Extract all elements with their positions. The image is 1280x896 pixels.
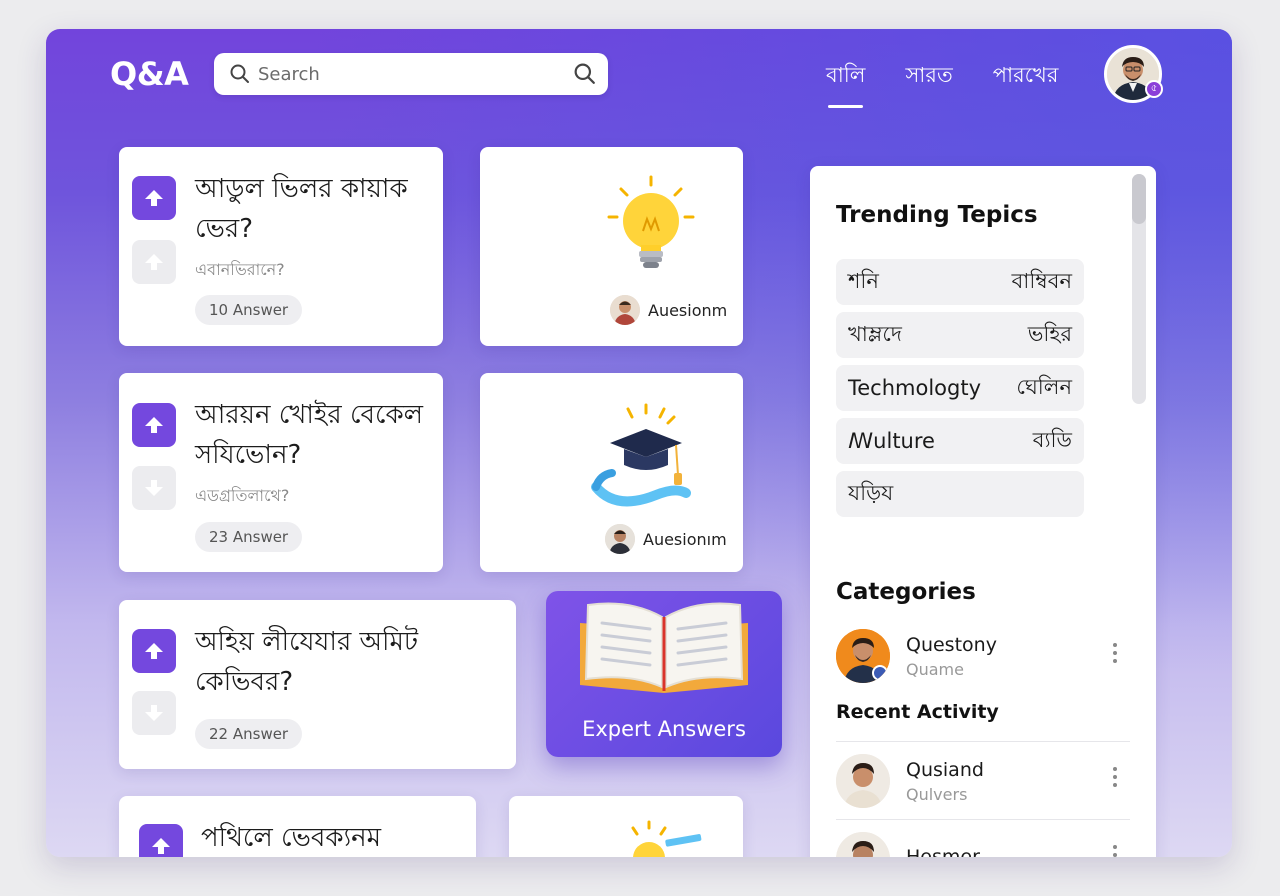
- image-card[interactable]: [509, 796, 743, 857]
- image-card[interactable]: Auesionm: [480, 147, 743, 346]
- topic-label: শনি: [848, 268, 879, 293]
- question-subtitle: এবানভিরানে?: [195, 260, 285, 279]
- expert-answers-label: Expert Answers: [582, 717, 746, 741]
- lightbulb-icon: [607, 175, 695, 268]
- graduation-cap-icon: [591, 403, 691, 507]
- question-title[interactable]: আডুল ভিলর কায়াক ভের?: [195, 169, 435, 249]
- category-name: Questony: [906, 633, 997, 656]
- author-name: Auesionm: [648, 300, 728, 320]
- upvote-button[interactable]: [132, 629, 176, 673]
- divider: [836, 819, 1130, 820]
- topic-label: যড়িয: [848, 480, 894, 505]
- top-nav: বালি সারত পারখের: [826, 59, 1058, 108]
- scrollbar-thumb[interactable]: [1132, 174, 1146, 224]
- arrow-up-icon: [145, 417, 163, 433]
- answer-count-badge[interactable]: 23 Answer: [195, 522, 303, 552]
- nav-tab-2[interactable]: সারত: [905, 59, 952, 108]
- upvote-button[interactable]: [132, 176, 176, 220]
- answer-count-badge[interactable]: 10 Answer: [195, 295, 303, 325]
- question-title[interactable]: আরয়ন খোইর বেকেল সযিভোন?: [195, 395, 435, 475]
- trending-topics-title: Trending Tepics: [836, 202, 1038, 228]
- topic-label-secondary: ব্যডি: [1032, 427, 1072, 452]
- downvote-button[interactable]: [132, 691, 176, 735]
- downvote-button[interactable]: [132, 466, 176, 510]
- app-window: Q&A বালি সারত পারখের ৫ আডুল ভিলর কায়: [46, 29, 1232, 857]
- category-sub: Quame: [906, 659, 964, 679]
- topic-label: খাম্লদে: [848, 321, 902, 346]
- nav-tab-1[interactable]: বালি: [826, 59, 865, 108]
- open-book-icon: [580, 602, 748, 693]
- card-author[interactable]: Auesionım: [605, 524, 727, 554]
- category-avatar: [836, 629, 890, 683]
- more-options-icon[interactable]: [1106, 842, 1124, 857]
- user-avatar[interactable]: ৫: [1104, 45, 1163, 103]
- question-card[interactable]: পথিলে ভেবক্যনম: [119, 796, 476, 857]
- topic-item[interactable]: খাম্লদে ভহির: [836, 312, 1084, 358]
- image-card[interactable]: Auesionım: [480, 373, 743, 572]
- topic-label-secondary: ভহির: [1027, 321, 1072, 346]
- author-name: Auesionım: [643, 529, 727, 549]
- search-input[interactable]: [258, 63, 574, 85]
- activity-avatar: [836, 754, 890, 808]
- nav-tab-3[interactable]: পারখের: [993, 59, 1059, 108]
- topic-label: ꟿulture: [848, 429, 935, 453]
- activity-name: Qusiand: [906, 758, 984, 781]
- question-title[interactable]: অহিয় লীযেযার অমিট কেভিবর?: [195, 622, 445, 702]
- upvote-button[interactable]: [139, 824, 183, 857]
- categories-title: Categories: [836, 579, 976, 605]
- activity-name: Hesmer: [906, 846, 980, 857]
- topic-label: Techmologty: [848, 376, 982, 400]
- question-subtitle: এডগ্রতিলাথে?: [195, 486, 290, 505]
- idea-pencil-icon: [631, 820, 702, 857]
- topic-label-secondary: বাম্বিবন: [1011, 268, 1072, 293]
- topic-item[interactable]: Techmologty ঘেলিন: [836, 365, 1084, 411]
- arrow-up-faded-icon: [145, 254, 163, 270]
- arrow-up-icon: [145, 190, 163, 206]
- topic-item[interactable]: শনি বাম্বিবন: [836, 259, 1084, 305]
- question-card[interactable]: অহিয় লীযেযার অমিট কেভিবর? 22 Answer: [119, 600, 516, 769]
- more-options-icon[interactable]: [1106, 764, 1124, 790]
- topic-label-secondary: ঘেলিন: [1016, 374, 1072, 399]
- downvote-button[interactable]: [132, 240, 176, 284]
- more-options-icon[interactable]: [1106, 640, 1124, 666]
- question-title[interactable]: পথিলে ভেবক্যনম: [201, 818, 471, 857]
- expert-answers-card[interactable]: Expert Answers: [546, 591, 782, 757]
- arrow-up-icon: [145, 643, 163, 659]
- activity-item[interactable]: Hesmer: [836, 832, 980, 857]
- answer-count-badge[interactable]: 22 Answer: [195, 719, 303, 749]
- activity-sub: Qulvers: [906, 784, 968, 804]
- arrow-down-icon: [145, 480, 163, 496]
- search-icon: [230, 64, 249, 83]
- logo[interactable]: Q&A: [110, 55, 189, 93]
- topic-item[interactable]: ꟿulture ব্যডি: [836, 418, 1084, 464]
- sidebar-panel: Trending Tepics শনি বাম্বিবন খাম্লদে ভহি…: [810, 166, 1156, 857]
- arrow-down-icon: [145, 705, 163, 721]
- sidebar-scrollbar[interactable]: [1132, 174, 1146, 404]
- card-author[interactable]: Auesionm: [610, 295, 727, 325]
- notification-badge: ৫: [1145, 80, 1163, 98]
- recent-activity-title: Recent Activity: [836, 701, 999, 723]
- activity-item[interactable]: Qusiand Qulvers: [836, 754, 984, 808]
- search-bar[interactable]: [214, 53, 608, 95]
- category-item[interactable]: Questony Quame: [836, 629, 997, 683]
- arrow-up-icon: [152, 838, 170, 854]
- question-card[interactable]: আডুল ভিলর কায়াক ভের? এবানভিরানে? 10 Ans…: [119, 147, 443, 346]
- question-card[interactable]: আরয়ন খোইর বেকেল সযিভোন? এডগ্রতিলাথে? 23…: [119, 373, 443, 572]
- search-submit-icon[interactable]: [574, 63, 596, 85]
- author-avatar: [605, 524, 635, 554]
- activity-avatar: [836, 832, 890, 857]
- divider: [836, 741, 1130, 742]
- author-avatar: [610, 295, 640, 325]
- upvote-button[interactable]: [132, 403, 176, 447]
- topic-item[interactable]: যড়িয: [836, 471, 1084, 517]
